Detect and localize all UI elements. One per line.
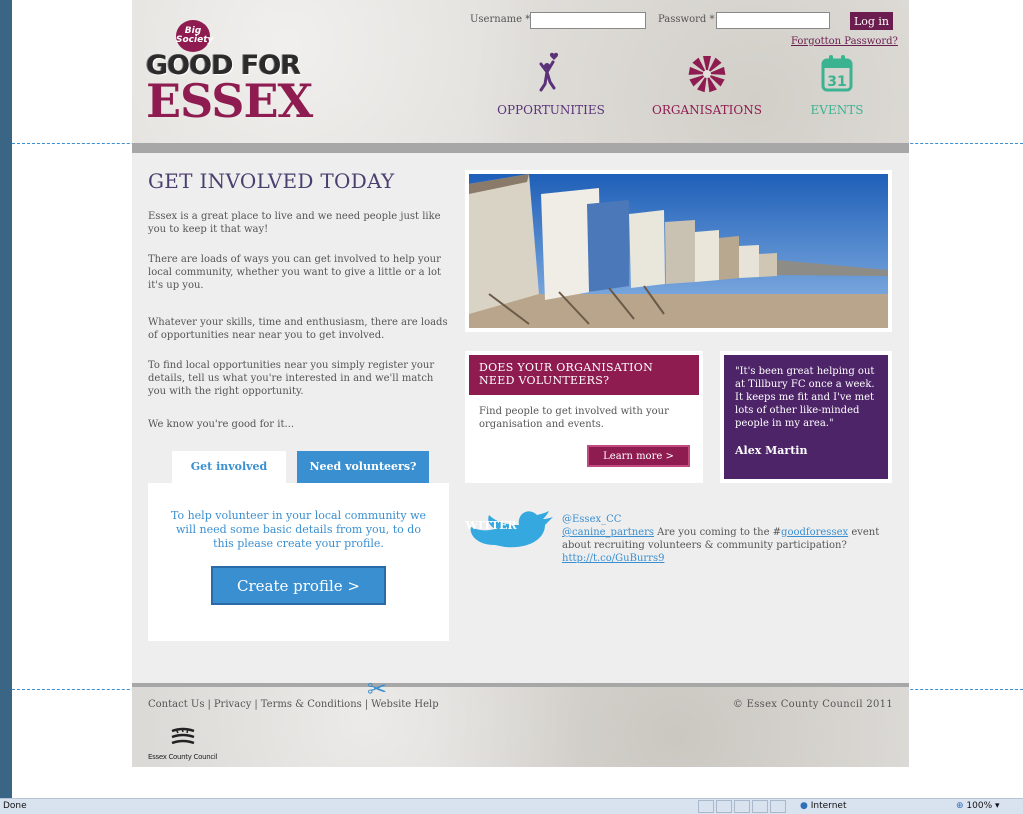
tweet-hashtag[interactable]: goodforessex bbox=[781, 527, 848, 538]
nav-organisations-label: ORGANISATIONS bbox=[652, 103, 762, 117]
organisation-panel: DOES YOUR ORGANISATION NEED VOLUNTEERS? … bbox=[465, 351, 703, 483]
login-button[interactable]: Log in bbox=[850, 12, 893, 30]
site-header: Big Society GOOD FOR ESSEX Username * Pa… bbox=[132, 0, 909, 143]
tweet-text-1: Are you coming to the # bbox=[654, 527, 782, 538]
header-band bbox=[132, 143, 909, 153]
footer-separator: | bbox=[207, 699, 211, 710]
calendar-icon: 31 bbox=[821, 55, 853, 92]
browser-viewport: Big Society GOOD FOR ESSEX Username * Pa… bbox=[12, 0, 1023, 798]
big-society-badge-text: Big Society bbox=[176, 26, 214, 45]
tweet-mention[interactable]: @canine_partners bbox=[562, 527, 654, 538]
county-crest-icon bbox=[171, 727, 195, 745]
tab-get-involved[interactable]: Get involved bbox=[172, 451, 286, 483]
nav-organisations[interactable]: ORGANISATIONS bbox=[642, 50, 772, 117]
status-cell bbox=[752, 800, 768, 813]
zoom-icon: ⊕ bbox=[956, 801, 964, 811]
tab-panel-text: To help volunteer in your local communit… bbox=[170, 509, 426, 550]
security-zone-label: Internet bbox=[810, 801, 847, 811]
organisation-panel-title: DOES YOUR ORGANISATION NEED VOLUNTEERS? bbox=[469, 355, 699, 395]
learn-more-button[interactable]: Learn more > bbox=[587, 445, 690, 467]
status-cell bbox=[716, 800, 732, 813]
footer-link-contact[interactable]: Contact Us bbox=[148, 699, 204, 710]
zoom-control[interactable]: ⊕ 100% ▾ bbox=[956, 801, 1000, 811]
testimonial-author: Alex Martin bbox=[735, 444, 808, 457]
browser-status-bar: Done ● Internet ⊕ 100% ▾ bbox=[0, 798, 1023, 814]
person-heart-icon bbox=[539, 52, 559, 92]
main-content: GET INVOLVED TODAY Essex is a great plac… bbox=[132, 153, 909, 683]
organisation-panel-text: Find people to get involved with your or… bbox=[479, 406, 669, 430]
zoom-level: 100% bbox=[966, 801, 993, 811]
calendar-day: 31 bbox=[827, 74, 846, 90]
footer-links: Contact Us | Privacy | Terms & Conditions | We… bbox=[148, 699, 439, 710]
status-cell bbox=[770, 800, 786, 813]
nav-events[interactable]: 31 EVENTS bbox=[802, 50, 872, 117]
essex-county-council-logo[interactable]: Essex County Council bbox=[148, 727, 218, 761]
beach-huts-image bbox=[469, 174, 888, 328]
intro-paragraph-2: There are loads of ways you can get invo… bbox=[148, 254, 442, 291]
create-profile-button[interactable]: Create profile > bbox=[211, 566, 386, 605]
twitter-logo-text: TWITTER bbox=[465, 519, 517, 532]
intro-paragraph-5: We know you're good for it... bbox=[148, 419, 295, 430]
swirl-icon bbox=[688, 56, 726, 93]
twitter-bird-icon: TWITTER bbox=[457, 511, 553, 548]
footer-separator: | bbox=[364, 699, 369, 710]
twitter-logo[interactable]: TWITTER bbox=[457, 505, 555, 549]
nav-events-label: EVENTS bbox=[810, 103, 864, 117]
footer-link-terms[interactable]: Terms & Conditions bbox=[261, 699, 362, 710]
page: Big Society GOOD FOR ESSEX Username * Pa… bbox=[132, 0, 909, 767]
footer-separator: | bbox=[254, 699, 258, 710]
password-input[interactable] bbox=[716, 12, 830, 29]
forgot-password-link[interactable]: Forgotton Password? bbox=[791, 36, 898, 47]
testimonial-panel: "It's been great helping out at Tillbury… bbox=[720, 351, 892, 483]
copyright: © Essex County Council 2011 bbox=[732, 699, 893, 710]
intro-paragraph-3: Whatever your skills, time and enthusias… bbox=[148, 317, 448, 341]
globe-icon: ● bbox=[800, 801, 808, 811]
username-input[interactable] bbox=[530, 12, 646, 29]
username-label: Username * bbox=[470, 14, 531, 25]
tweet: @Essex_CC @canine_partners Are you comin… bbox=[562, 513, 892, 565]
tweet-handle[interactable]: @Essex_CC bbox=[562, 514, 621, 525]
tweet-link[interactable]: http://t.co/GuBurrs9 bbox=[562, 553, 664, 564]
hero-image-frame bbox=[465, 170, 892, 332]
chevron-down-icon: ▾ bbox=[995, 801, 1000, 811]
security-zone[interactable]: ● Internet bbox=[800, 801, 846, 811]
site-footer: ✂ Contact Us | Privacy | Terms & Conditions |… bbox=[132, 675, 909, 767]
page-title: GET INVOLVED TODAY bbox=[148, 169, 395, 193]
status-cell bbox=[734, 800, 750, 813]
testimonial-box: "It's been great helping out at Tillbury… bbox=[724, 355, 888, 479]
logo-essex[interactable]: ESSEX bbox=[146, 78, 313, 124]
intro-paragraph-1: Essex is a great place to live and we ne… bbox=[148, 211, 441, 235]
status-text: Done bbox=[3, 801, 27, 811]
testimonial-text: "It's been great helping out at Tillbury… bbox=[735, 366, 875, 429]
big-society-badge: Big Society bbox=[176, 20, 214, 52]
tab-panel: To help volunteer in your local communit… bbox=[148, 483, 449, 641]
nav-opportunities-label: OPPORTUNITIES bbox=[497, 103, 605, 117]
tab-need-volunteers[interactable]: Need volunteers? bbox=[297, 451, 429, 483]
password-label: Password * bbox=[658, 14, 715, 25]
intro-paragraph-4: To find local opportunities near you sim… bbox=[148, 360, 435, 397]
essex-county-council-text: Essex County Council bbox=[148, 753, 218, 761]
nav-opportunities[interactable]: OPPORTUNITIES bbox=[496, 50, 606, 117]
footer-link-help[interactable]: Website Help bbox=[371, 699, 438, 710]
footer-link-privacy[interactable]: Privacy bbox=[214, 699, 252, 710]
status-cell bbox=[698, 800, 714, 813]
